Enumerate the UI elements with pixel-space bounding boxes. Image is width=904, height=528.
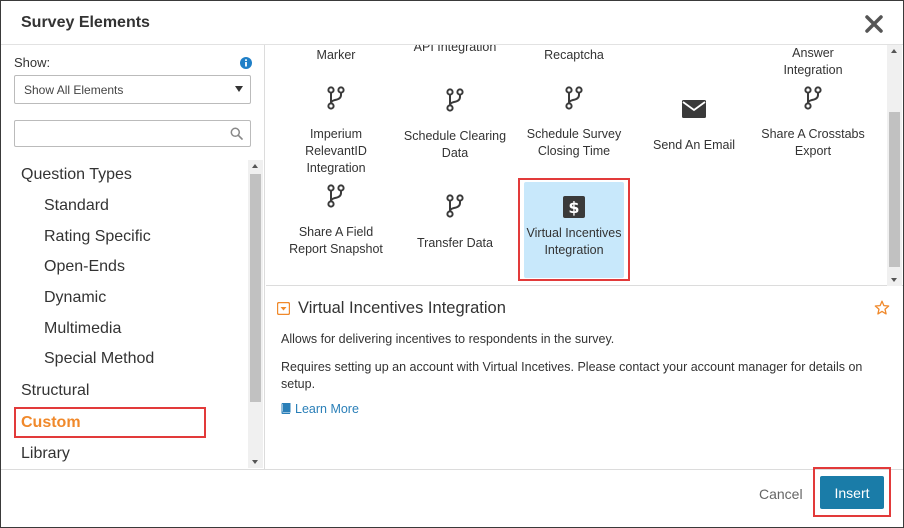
insert-button[interactable]: Insert: [820, 476, 884, 509]
search-box: [14, 120, 251, 147]
chevron-down-icon: [235, 86, 243, 92]
element-schedule-clearing-data[interactable]: Schedule Clearing Data: [399, 84, 511, 176]
element-transfer-data[interactable]: Transfer Data: [399, 182, 511, 274]
element-label: Schedule Survey Closing Time: [526, 127, 622, 158]
custom-highlight-box: [14, 407, 206, 438]
element-label: Schedule Clearing Data: [403, 129, 507, 160]
left-scrollbar[interactable]: [248, 160, 263, 468]
dialog-header: Survey Elements: [1, 1, 903, 45]
dialog-title: Survey Elements: [21, 14, 150, 31]
grid-scrollbar[interactable]: [887, 45, 902, 286]
scroll-up-icon[interactable]: [891, 49, 897, 53]
element-share-field-report-snapshot[interactable]: Share A Field Report Snapshot: [280, 182, 392, 274]
star-icon[interactable]: [874, 300, 890, 316]
detail-title: Virtual Incentives Integration: [298, 299, 506, 317]
element-api-integration[interactable]: API Integration: [396, 45, 514, 56]
tree-item-question-types[interactable]: Question Types: [21, 166, 132, 184]
selected-element-highlight-box: [518, 178, 630, 281]
tree-item-structural[interactable]: Structural: [21, 382, 89, 400]
detail-requirement: Requires setting up an account with Virt…: [281, 360, 863, 391]
element-send-an-email[interactable]: Send An Email: [638, 84, 750, 176]
element-label: Share A Field Report Snapshot: [289, 225, 383, 256]
element-imperium-relevantid[interactable]: Imperium RelevantID Integration: [280, 84, 392, 176]
element-label: Share A Crosstabs Export: [761, 127, 865, 158]
show-label: Show:: [14, 55, 51, 70]
close-icon[interactable]: [863, 13, 885, 35]
show-select-value: Show All Elements: [24, 83, 124, 97]
book-icon: [281, 403, 291, 414]
info-icon[interactable]: [240, 57, 252, 69]
dialog-footer: Cancel Insert: [1, 467, 903, 527]
branch-icon: [804, 86, 822, 110]
tree-item-multimedia[interactable]: Multimedia: [44, 320, 121, 338]
tree-item-dynamic[interactable]: Dynamic: [44, 289, 106, 307]
element-share-crosstabs-export[interactable]: Share A Crosstabs Export: [757, 84, 869, 176]
branch-icon: [446, 88, 464, 112]
survey-elements-dialog: Survey Elements Show: Show All Elements …: [0, 0, 904, 528]
scroll-up-icon[interactable]: [252, 164, 258, 168]
tree-item-rating-specific[interactable]: Rating Specific: [44, 228, 151, 246]
search-icon[interactable]: [230, 127, 243, 140]
branch-icon: [327, 184, 345, 208]
element-schedule-survey-closing-time[interactable]: Schedule Survey Closing Time: [518, 84, 630, 176]
tree-item-library[interactable]: Library: [21, 445, 70, 463]
left-scroll-thumb[interactable]: [250, 174, 261, 402]
learn-more-label: Learn More: [295, 402, 359, 416]
tree-item-open-ends[interactable]: Open-Ends: [44, 258, 125, 276]
element-label: API Integration: [413, 45, 497, 54]
learn-more-link[interactable]: Learn More: [281, 402, 359, 416]
branch-icon: [565, 86, 583, 110]
grid-scroll-thumb[interactable]: [889, 112, 900, 267]
scroll-down-icon[interactable]: [252, 460, 258, 464]
element-label: Imperium RelevantID Integration: [305, 127, 367, 175]
element-label: Transfer Data: [417, 236, 493, 250]
element-label: Answer Integration: [783, 46, 843, 77]
element-detail-panel: Virtual Incentives Integration Allows fo…: [266, 287, 903, 469]
element-recaptcha[interactable]: Recaptcha: [521, 47, 627, 64]
branch-icon: [327, 86, 345, 110]
collapse-toggle-icon[interactable]: [277, 302, 290, 315]
envelope-icon: [682, 100, 706, 118]
search-input[interactable]: [19, 124, 224, 143]
element-label: Send An Email: [653, 138, 735, 152]
element-marker[interactable]: Marker: [288, 47, 384, 64]
detail-description: Allows for delivering incentives to resp…: [281, 332, 615, 346]
cancel-button[interactable]: Cancel: [759, 486, 803, 502]
branch-icon: [446, 194, 464, 218]
left-panel: Show: Show All Elements Question Types S…: [1, 45, 265, 469]
element-label: Marker: [316, 48, 356, 62]
tree-item-standard[interactable]: Standard: [44, 197, 109, 215]
tree-item-special-method[interactable]: Special Method: [44, 350, 154, 368]
element-label: Recaptcha: [544, 48, 604, 62]
scroll-down-icon[interactable]: [891, 278, 897, 282]
show-select[interactable]: Show All Elements: [14, 75, 251, 104]
element-answer-integration[interactable]: Answer Integration: [761, 45, 865, 79]
